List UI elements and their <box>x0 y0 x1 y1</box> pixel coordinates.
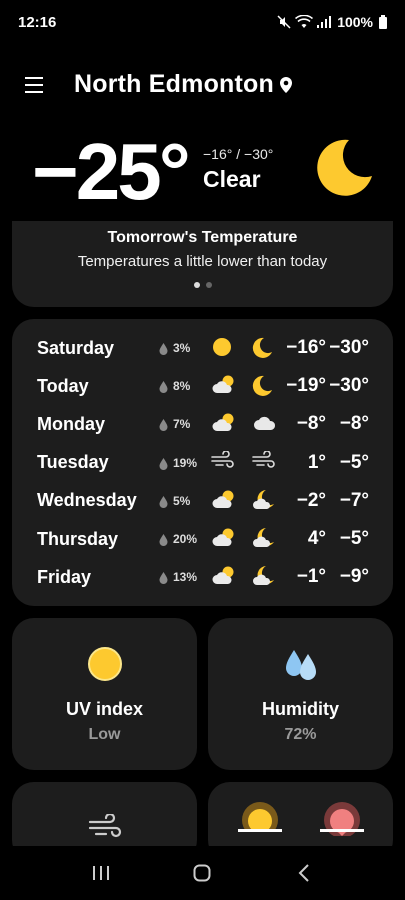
droplets-icon <box>285 650 316 680</box>
tomorrow-text: Temperatures a little lower than today <box>77 253 328 270</box>
status-right: 100% <box>277 14 387 30</box>
forecast-high: −2° <box>296 489 326 511</box>
daily-forecast-card[interactable]: Saturday 3% −16° −30° Today 8% −19° −30° Monday 7… <box>12 319 393 606</box>
wind-icon <box>211 449 235 474</box>
header: North Edmonton <box>24 70 292 99</box>
recent-apps-icon <box>92 866 109 880</box>
precipitation-chance: 5% <box>173 493 191 508</box>
forecast-high: −16° <box>286 337 326 358</box>
forecast-low: −30° <box>329 375 369 397</box>
mute-icon <box>277 15 291 29</box>
current-condition: Clear <box>203 166 261 192</box>
precipitation-icon <box>159 533 168 551</box>
forecast-row: Thursday 20% 4° −5° <box>12 520 393 558</box>
cloud-icon <box>252 412 278 439</box>
humidity-title: Humidity <box>261 699 339 719</box>
tomorrow-title: Tomorrow's Temperature <box>107 229 298 246</box>
precipitation-icon <box>159 495 168 513</box>
page-dot-active <box>193 282 200 288</box>
precipitation-chance: 8% <box>173 379 191 394</box>
forecast-row: Tuesday 19% 1° −5° <box>12 444 393 482</box>
partly-cloudy-icon <box>211 374 237 401</box>
recent-apps-button[interactable] <box>81 853 121 893</box>
uv-index-card[interactable]: UV index Low <box>12 618 197 770</box>
forecast-day: Saturday <box>37 337 115 358</box>
forecast-high: 4° <box>307 528 326 549</box>
location-pin-icon <box>279 76 292 93</box>
partly-cloudy-night-icon <box>252 489 278 516</box>
partly-cloudy-icon <box>211 489 237 516</box>
forecast-day: Thursday <box>37 528 119 549</box>
moon-icon <box>317 139 372 196</box>
forecast-high: −8° <box>296 413 326 435</box>
uv-index-title: UV index <box>65 699 144 719</box>
wind-icon <box>88 814 122 838</box>
sun-icon <box>87 647 122 681</box>
current-temperature: −25° <box>32 127 191 216</box>
precipitation-chance: 7% <box>173 417 191 432</box>
status-icons <box>277 15 332 29</box>
page-dot <box>205 282 212 288</box>
precipitation-icon <box>159 571 168 589</box>
partly-cloudy-icon <box>211 527 237 554</box>
wifi-icon <box>295 15 314 28</box>
status-bar: 12:16 100% <box>0 0 405 44</box>
sunset-icon <box>320 802 364 836</box>
humidity-value: 72% <box>284 726 317 743</box>
sun-icon <box>211 336 233 363</box>
forecast-low: −7° <box>339 489 369 511</box>
high-low-temperature: −16° / −30° <box>203 146 274 162</box>
battery-icon <box>379 15 387 29</box>
precipitation-chance: 13% <box>173 570 198 585</box>
tomorrow-temperature-card[interactable]: Tomorrow's Temperature Temperatures a li… <box>12 221 393 307</box>
forecast-low: −30° <box>329 337 369 358</box>
partly-cloudy-icon <box>211 412 237 439</box>
forecast-high: 1° <box>307 451 326 473</box>
partly-cloudy-icon <box>211 565 237 592</box>
forecast-day: Today <box>37 375 89 396</box>
forecast-day: Wednesday <box>37 490 137 511</box>
status-time: 12:16 <box>18 13 57 31</box>
forecast-low: −9° <box>339 566 369 588</box>
moon-icon <box>252 374 274 401</box>
signal-icon <box>317 16 332 28</box>
forecast-high: −19° <box>286 375 326 397</box>
precipitation-chance: 20% <box>173 532 198 546</box>
uv-index-value: Low <box>88 726 121 743</box>
humidity-card[interactable]: Humidity 72% <box>208 618 393 770</box>
forecast-day: Tuesday <box>37 452 109 473</box>
precipitation-chance: 19% <box>173 455 198 470</box>
forecast-low: −8° <box>339 413 369 435</box>
precipitation-icon <box>159 380 168 398</box>
wind-icon <box>252 449 276 474</box>
precipitation-icon <box>159 457 168 475</box>
forecast-day: Monday <box>37 413 106 434</box>
current-conditions: −25° −16° / −30° Clear <box>32 127 382 216</box>
navigation-bar <box>0 846 405 900</box>
forecast-low: −5° <box>339 528 369 549</box>
forecast-row: Wednesday 5% −2° −7° <box>12 482 393 520</box>
home-button[interactable] <box>182 853 222 893</box>
battery-percent: 100% <box>337 14 373 30</box>
sunrise-icon <box>236 802 284 836</box>
partly-cloudy-night-icon <box>252 527 278 554</box>
precipitation-chance: 3% <box>173 341 191 355</box>
partly-cloudy-night-icon <box>252 565 278 592</box>
precipitation-icon <box>159 418 168 436</box>
forecast-row: Saturday 3% −16° −30° <box>12 329 393 367</box>
back-icon <box>298 864 309 882</box>
menu-icon[interactable] <box>24 75 46 95</box>
back-button[interactable] <box>284 853 324 893</box>
forecast-low: −5° <box>339 451 369 473</box>
forecast-row: Today 8% −19° −30° <box>12 367 393 405</box>
location-name[interactable]: North Edmonton <box>74 70 274 99</box>
forecast-day: Friday <box>37 566 92 587</box>
moon-icon <box>252 336 274 363</box>
page-indicator <box>12 282 393 288</box>
forecast-row: Friday 13% −1° −9° <box>12 558 393 596</box>
precipitation-icon <box>159 342 168 360</box>
forecast-high: −1° <box>296 566 326 588</box>
forecast-row: Monday 7% −8° −8° <box>12 405 393 443</box>
home-icon <box>193 864 211 882</box>
